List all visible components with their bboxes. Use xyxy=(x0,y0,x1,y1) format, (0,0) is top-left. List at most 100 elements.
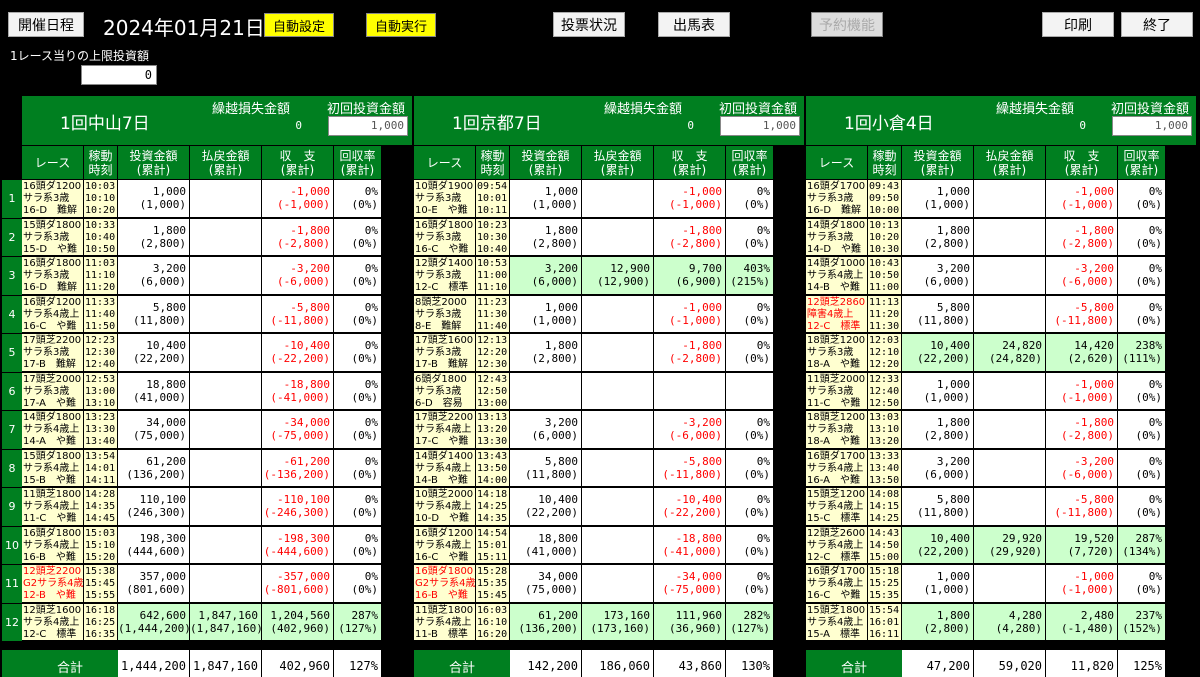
init-input[interactable]: 1,000 xyxy=(720,116,800,136)
invest-cell: 5,800 (11,800) xyxy=(902,295,974,333)
payout-cell xyxy=(190,295,262,333)
race-time: 11:40 xyxy=(85,308,116,320)
invest-cell-line: (2,800) xyxy=(531,352,578,365)
auto-run-button[interactable]: 自動実行 xyxy=(366,13,436,37)
race-info[interactable]: 17頭芝1600 サラ系3歳 17-B 難解 xyxy=(414,334,476,372)
entries-button[interactable]: 出馬表 xyxy=(658,12,730,37)
race-info[interactable]: 16頭ダ1200 サラ系3歳 16-D 難解 xyxy=(22,180,84,218)
race-time: 09:54 xyxy=(477,181,508,192)
race-info[interactable]: 16頭ダ1800 G2サラ系4歳 16-B や難 xyxy=(414,565,476,603)
rate-cell-line: (0%) xyxy=(351,429,379,442)
rate-cell: 0% (0%) xyxy=(334,449,382,487)
race-info[interactable]: 16頭ダ1200 サラ系4歳上 16-C や難 xyxy=(414,526,476,564)
race-info[interactable]: 16頭ダ1200 サラ系4歳上 16-C や難 xyxy=(22,295,84,333)
row-number: 9 xyxy=(2,488,22,526)
race-time: 14:28 xyxy=(85,489,116,500)
rate-cell: 0% (0%) xyxy=(726,488,774,526)
balance-cell: -1,000 (-1,000) xyxy=(654,180,726,218)
race-info[interactable]: 14頭ダ1400 サラ系4歳上 14-B や難 xyxy=(414,449,476,487)
rate-cell: 0% (0%) xyxy=(334,334,382,372)
race-info[interactable]: 12頭芝2200 G2サラ系4歳 12-B や難 xyxy=(22,565,84,603)
race-info[interactable]: 10頭ダ1900 サラ系3歳 10-E や難 xyxy=(414,180,476,218)
payout-cell: 29,920 (29,920) xyxy=(974,526,1046,564)
invest-cell-line: (1,000) xyxy=(923,583,970,596)
race-info-line: サラ系3歳 xyxy=(23,347,70,358)
payout-cell: 12,900 (12,900) xyxy=(582,257,654,295)
total-balance: 402,960 xyxy=(262,650,334,677)
race-info[interactable]: 15頭ダ1800 サラ系4歳上 15-B や難 xyxy=(22,449,84,487)
race-time: 13:43 xyxy=(477,450,508,462)
race-info[interactable]: 16頭ダ1800 サラ系4歳上 16-B や難 xyxy=(22,526,84,564)
invest-cell-line: (22,200) xyxy=(917,352,970,365)
race-header: レース xyxy=(806,146,868,179)
race-info[interactable]: 18頭芝1200 サラ系3歳 18-A や難 xyxy=(806,334,868,372)
print-button[interactable]: 印刷 xyxy=(1042,12,1114,37)
balance-cell-line: -61,200 xyxy=(283,454,330,468)
vote-status-button[interactable]: 投票状況 xyxy=(553,12,625,37)
race-info[interactable]: 14頭ダ1000 サラ系4歳上 14-B や難 xyxy=(806,257,868,295)
invest-cell-line: 1,800 xyxy=(936,223,970,237)
payout-cell xyxy=(582,334,654,372)
rate-cell-line: 0% xyxy=(1148,300,1162,314)
race-info[interactable]: 12頭ダ1400 サラ系3歳 12-C 標準 xyxy=(414,257,476,295)
rate-cell-line: 0% xyxy=(1148,570,1162,583)
race-info[interactable]: 17頭芝2200 サラ系4歳上 17-C や難 xyxy=(414,411,476,449)
race-info-line: サラ系4歳上 xyxy=(415,424,472,435)
race-info[interactable]: 12頭芝2860 障害4歳上 12-C 標準 xyxy=(806,295,868,333)
race-info[interactable]: 16頭ダ1800 サラ系3歳 16-C や難 xyxy=(414,218,476,256)
race-info[interactable]: 15頭ダ1800 サラ系3歳 15-D や難 xyxy=(22,218,84,256)
auto-setting-button[interactable]: 自動設定 xyxy=(264,13,334,37)
race-info[interactable]: 10頭芝2000 サラ系4歳上 10-D や難 xyxy=(414,488,476,526)
carry-value: 0 xyxy=(1079,119,1086,132)
race-info-line: 14頭ダ1800 xyxy=(23,412,82,423)
race-time: 11:40 xyxy=(477,320,508,332)
race-info[interactable]: 16頭ダ1700 サラ系4歳上 16-A や難 xyxy=(806,449,868,487)
race-time: 10:40 xyxy=(85,231,116,243)
race-info[interactable]: 17頭芝2200 サラ系3歳 17-B 難解 xyxy=(22,334,84,372)
race-info[interactable]: 14頭ダ1800 サラ系4歳上 14-A や難 xyxy=(22,411,84,449)
init-input[interactable]: 1,000 xyxy=(1112,116,1192,136)
race-info[interactable]: 8頭芝2000 サラ系3歳 8-E 難解 xyxy=(414,295,476,333)
race-times: 14:18 14:25 14:35 xyxy=(476,488,510,526)
race-info[interactable]: 18頭芝1200 サラ系3歳 18-A や難 xyxy=(806,411,868,449)
race-info[interactable]: 14頭ダ1800 サラ系3歳 14-D や難 xyxy=(806,218,868,256)
race-info[interactable]: 11頭芝1800 サラ系4歳上 11-C や難 xyxy=(22,488,84,526)
race-info-line: 16頭ダ1200 xyxy=(415,527,474,539)
race-info[interactable]: 16頭ダ1700 サラ系3歳 16-D 難解 xyxy=(806,180,868,218)
race-times: 14:54 15:01 15:11 xyxy=(476,526,510,564)
rate-cell-line: 0% xyxy=(1148,493,1162,506)
race-info[interactable]: 15頭芝1200 サラ系4歳上 15-C 標準 xyxy=(806,488,868,526)
race-info[interactable]: 11頭芝2000 サラ系3歳 11-C や難 xyxy=(806,372,868,410)
payout-cell xyxy=(190,526,262,564)
race-time: 15:54 xyxy=(869,604,900,616)
race-info[interactable]: 12頭芝2600 サラ系4歳上 12-C 標準 xyxy=(806,526,868,564)
race-info[interactable]: 11頭芝1800 サラ系4歳上 11-B 標準 xyxy=(414,603,476,641)
race-info[interactable]: 6頭ダ1800 サラ系3歳 6-D 容易 xyxy=(414,372,476,410)
invest-cell-line: 3,200 xyxy=(544,416,578,429)
race-info[interactable]: 16頭ダ1700 サラ系4歳上 16-C や難 xyxy=(806,565,868,603)
race-info-line: サラ系4歳上 xyxy=(807,616,864,628)
race-info-line: 16頭ダ1800 xyxy=(23,527,82,539)
race-info-line: 14-A や難 xyxy=(23,436,76,447)
race-info[interactable]: 12頭芝1600 サラ系4歳上 12-C 標準 xyxy=(22,603,84,641)
payout-cell xyxy=(190,218,262,256)
race-info[interactable]: 17頭芝2000 サラ系3歳 17-A や難 xyxy=(22,372,84,410)
race-time: 14:01 xyxy=(85,462,116,474)
invest-cell-line: 1,000 xyxy=(152,185,186,198)
exit-button[interactable]: 終了 xyxy=(1121,12,1193,37)
rate-cell-line: (0%) xyxy=(351,583,379,596)
invest-cell-line: (1,000) xyxy=(923,390,970,404)
init-input[interactable]: 1,000 xyxy=(328,116,408,136)
balance-cell: -61,200 (-136,200) xyxy=(262,449,334,487)
balance-cell-line: (-1,480) xyxy=(1061,621,1114,635)
rate-cell-line: (0%) xyxy=(351,467,379,481)
race-time: 14:35 xyxy=(85,501,116,512)
schedule-button[interactable]: 開催日程 xyxy=(8,12,84,37)
race-info-line: サラ系4歳上 xyxy=(415,539,472,551)
limit-input[interactable]: 0 xyxy=(81,65,157,85)
balance-cell: -1,800 (-2,800) xyxy=(654,334,726,372)
race-info-line: 16-D 難解 xyxy=(807,205,862,216)
race-info[interactable]: 15頭芝1800 サラ系4歳上 15-A 標準 xyxy=(806,603,868,641)
race-info[interactable]: 16頭ダ1800 サラ系3歳 16-D 難解 xyxy=(22,257,84,295)
invest-cell-line: 1,800 xyxy=(544,223,578,237)
